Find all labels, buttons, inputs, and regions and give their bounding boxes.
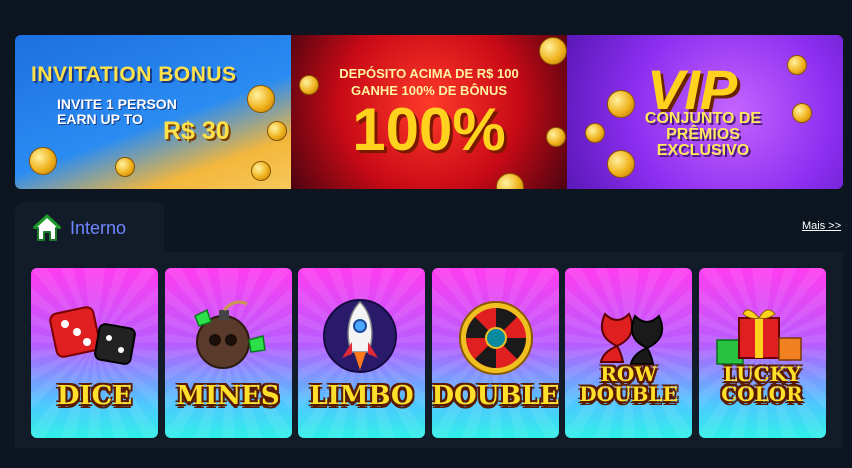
banner-deposit-bonus[interactable]: DEPÓSITO ACIMA DE R$ 100 GANHE 100% DE B… [291, 35, 567, 189]
game-card-mines[interactable]: MINES [164, 268, 292, 438]
coin-icon [607, 150, 635, 178]
coin-icon [496, 173, 524, 189]
game-grid: DICE MINES LIMBO DOUBLE ROW DOUBLE LUCKY… [31, 268, 832, 438]
game-card-double[interactable]: DOUBLE [431, 268, 559, 438]
banner-subtitle: DEPÓSITO ACIMA DE R$ 100 GANHE 100% DE B… [291, 65, 567, 99]
bomb-icon [193, 300, 266, 369]
more-link[interactable]: Mais >> [802, 220, 841, 232]
game-title: ROW DOUBLE [565, 364, 692, 404]
home-icon [32, 214, 62, 241]
game-title-line: DOUBLE [579, 382, 678, 406]
coin-icon [247, 85, 275, 113]
coin-icon [607, 90, 635, 118]
banner-title: INVITATION BONUS [31, 63, 237, 86]
game-title: LUCKY COLOR [699, 364, 826, 404]
coin-icon [267, 121, 287, 141]
game-card-dice[interactable]: DICE [31, 268, 158, 438]
game-title: LIMBO [309, 381, 414, 411]
game-title-line: COLOR [721, 382, 803, 406]
coin-icon [115, 157, 135, 177]
banner-subtitle-line: CONJUNTO DE [644, 110, 762, 127]
game-title: DICE [56, 381, 133, 411]
banner-subtitle: INVITE 1 PERSON EARN UP TO [57, 97, 177, 127]
coin-icon [251, 161, 271, 181]
banner-vip[interactable]: VIP CONJUNTO DE PRÊMIOS EXCLUSIVO [567, 35, 843, 189]
promo-banners: INVITATION BONUS INVITE 1 PERSON EARN UP… [15, 35, 843, 189]
game-title: DOUBLE [431, 381, 559, 411]
game-card-row-double[interactable]: ROW DOUBLE [565, 268, 692, 438]
game-title: MINES [176, 381, 280, 411]
game-title-line: LUCKY [723, 362, 801, 386]
game-card-limbo[interactable]: LIMBO [298, 268, 425, 438]
coin-icon [792, 103, 812, 123]
coin-icon [787, 55, 807, 75]
dice-icon [49, 306, 136, 365]
tab-label: Interno [70, 218, 127, 238]
banner-subtitle-line: INVITE 1 PERSON [57, 96, 177, 112]
banner-subtitle-line: EXCLUSIVO [656, 142, 750, 159]
banner-subtitle-line: PRÊMIOS [666, 126, 740, 143]
coin-icon [539, 37, 567, 65]
coin-icon [29, 147, 57, 175]
game-title-line: ROW [600, 362, 657, 386]
banner-percent: 100% [352, 96, 506, 163]
banner-subtitle-line: DEPÓSITO ACIMA DE R$ 100 [339, 66, 519, 81]
rocket-icon [323, 299, 397, 373]
game-card-lucky-color[interactable]: LUCKY COLOR [698, 268, 826, 438]
banner-subtitle-line: EARN UP TO [57, 111, 143, 127]
coin-icon [585, 123, 605, 143]
banner-subtitle: CONJUNTO DE PRÊMIOS EXCLUSIVO [643, 111, 763, 159]
tab-interno[interactable]: Interno [15, 202, 164, 252]
banner-invitation-bonus[interactable]: INVITATION BONUS INVITE 1 PERSON EARN UP… [15, 35, 291, 189]
banner-amount: R$ 30 [163, 117, 230, 145]
wheel-icon [458, 301, 533, 375]
